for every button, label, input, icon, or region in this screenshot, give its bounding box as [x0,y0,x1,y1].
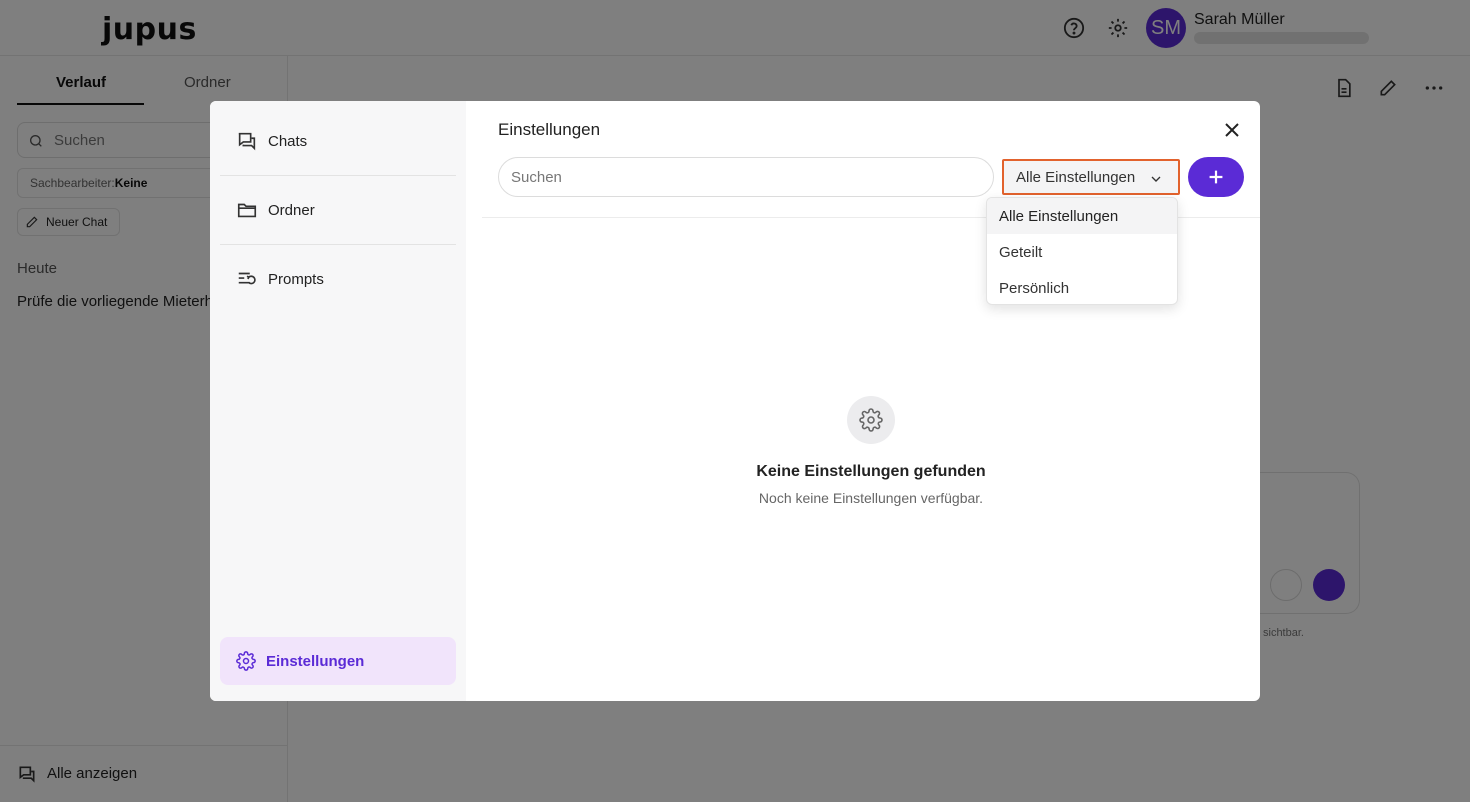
add-setting-button[interactable] [1188,157,1244,197]
gear-icon [859,408,883,432]
dropdown-option-all[interactable]: Alle Einstellungen [987,198,1177,234]
modal-title: Einstellungen [498,120,601,139]
nav-item-label: Chats [268,132,308,150]
dropdown-option-personal[interactable]: Persönlich [987,270,1177,304]
empty-state-title: Keine Einstellungen gefunden [756,463,986,480]
settings-filter-select[interactable]: Alle Einstellungen [1002,159,1180,195]
folder-icon [237,203,257,218]
nav-item-label: Einstellungen [266,652,365,670]
chevron-down-icon [1151,176,1161,182]
nav-item-chats[interactable]: Chats [220,117,456,165]
nav-item-prompts[interactable]: Prompts [220,255,456,303]
modal-navigation: Chats Ordner Prompts Einstellungen [210,101,466,701]
gear-icon [236,651,256,671]
nav-divider [220,175,456,176]
close-icon[interactable] [1220,118,1244,142]
nav-item-settings[interactable]: Einstellungen [220,637,456,685]
nav-item-label: Prompts [268,270,324,288]
settings-modal: Chats Ordner Prompts Einstellungen Einst… [210,101,1260,701]
settings-filter-dropdown: Alle Einstellungen Geteilt Persönlich [986,197,1178,305]
dropdown-option-shared[interactable]: Geteilt [987,234,1177,270]
empty-state-icon [847,396,895,444]
settings-filter-value: Alle Einstellungen [1016,168,1136,186]
empty-state-subtitle: Noch keine Einstellungen verfügbar. [758,490,984,506]
plus-icon [1209,170,1223,184]
prompts-icon [238,272,256,285]
nav-item-label: Ordner [268,201,315,219]
nav-item-folders[interactable]: Ordner [220,186,456,234]
chats-icon [238,132,256,151]
settings-search-input[interactable] [498,157,994,197]
nav-divider [220,244,456,245]
